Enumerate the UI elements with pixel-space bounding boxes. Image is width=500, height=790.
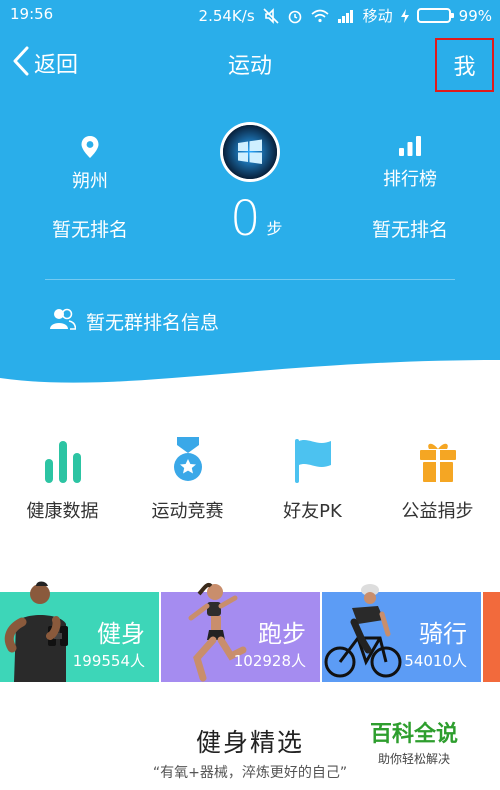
carrier-name: 移动 — [362, 7, 393, 25]
windows-logo-icon — [223, 125, 277, 179]
watermark-logo: 百科全说 助你轻松解决 — [364, 716, 464, 767]
location-label: 朔州 — [72, 171, 108, 192]
feature-row: 健康数据 运动竞赛 好友PK 公益捐步 — [0, 435, 500, 525]
network-speed: 2.54K/s — [198, 6, 255, 25]
steps-count: 0 — [230, 191, 261, 247]
card-count: 54010人 — [404, 652, 467, 670]
alarm-icon — [287, 8, 303, 24]
feature-friend-pk[interactable]: 好友PK — [250, 435, 375, 523]
card-count: 199554人 — [72, 652, 145, 670]
me-button[interactable]: 我 — [435, 38, 494, 92]
flag-icon — [250, 435, 375, 483]
category-card-next-peek[interactable] — [483, 592, 500, 682]
gift-icon — [375, 435, 500, 483]
feature-label: 公益捐步 — [401, 501, 474, 522]
feature-label: 健康数据 — [26, 501, 99, 522]
rank-right: 暂无排名 — [371, 219, 448, 241]
page-title: 运动 — [227, 54, 272, 79]
status-bar: 19:56 2.54K/s 移动 99% — [0, 0, 500, 30]
step-counter: 0 步 — [230, 195, 283, 243]
bar-chart-icon — [0, 435, 125, 483]
feature-charity-steps[interactable]: 公益捐步 — [375, 435, 500, 523]
medal-icon — [125, 435, 250, 483]
feature-health-data[interactable]: 健康数据 — [0, 435, 125, 523]
cyclist-icon — [324, 584, 402, 678]
card-count: 102928人 — [233, 652, 306, 670]
leaderboard-label: 排行榜 — [383, 169, 437, 190]
feature-label: 好友PK — [283, 501, 342, 522]
leaderboard-icon — [398, 136, 422, 161]
card-title: 骑行 — [419, 620, 467, 648]
card-title: 健身 — [97, 620, 145, 648]
leaderboard-button[interactable]: 排行榜 — [380, 135, 440, 191]
status-time: 19:56 — [10, 5, 54, 23]
location-pin-icon — [80, 136, 100, 163]
location-button[interactable]: 朔州 — [66, 135, 114, 193]
charging-icon — [400, 8, 409, 23]
divider — [45, 279, 455, 280]
nav-bar: 返回 运动 我 — [0, 30, 500, 94]
group-users-icon — [50, 307, 77, 335]
category-cards: 健身 199554人 跑步 102928人 骑行 54010人 — [0, 580, 500, 684]
rank-left: 暂无排名 — [51, 219, 128, 241]
mute-icon — [263, 7, 279, 24]
watermark-main: 百科全说 — [369, 722, 458, 747]
fitness-athlete-icon — [4, 581, 68, 682]
category-card-running[interactable]: 跑步 102928人 — [161, 583, 320, 682]
feature-competition[interactable]: 运动竞赛 — [125, 435, 250, 523]
wifi-icon — [311, 9, 329, 23]
group-ranking-info[interactable]: 暂无群排名信息 — [50, 307, 219, 335]
signal-icon — [337, 9, 355, 23]
card-title: 跑步 — [258, 620, 306, 648]
avatar[interactable] — [220, 122, 280, 182]
steps-unit: 步 — [266, 219, 283, 238]
feature-label: 运动竞赛 — [151, 501, 224, 522]
battery-icon — [416, 8, 454, 23]
watermark-sub: 助你轻松解决 — [377, 752, 450, 766]
category-card-fitness[interactable]: 健身 199554人 — [0, 581, 159, 682]
group-info-label: 暂无群排名信息 — [86, 311, 220, 334]
category-card-cycling[interactable]: 骑行 54010人 — [322, 584, 481, 682]
battery-percent: 99% — [458, 6, 492, 25]
